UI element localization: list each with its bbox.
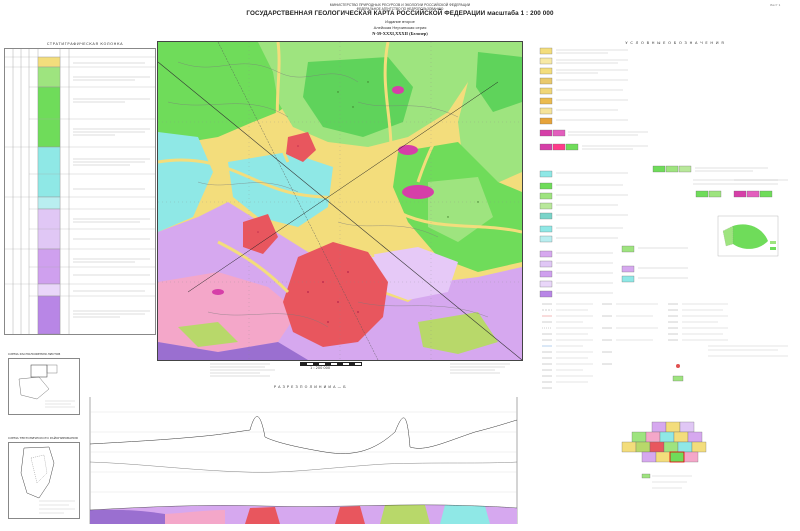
legend-panel [538,46,793,396]
inset-sheet-layout [8,358,80,415]
cross-section [85,392,525,527]
legend-title: У С Л О В Н Ы Е О Б О З Н А Ч Е Н И Я [625,41,725,45]
strat-column-title: СТРАТИГРАФИЧЕСКАЯ КОЛОНКА [46,42,124,46]
edition-line: Издание второе [385,19,415,24]
inset-layout-title: СХЕМА РАСПОЛОЖЕНИЯ ЛИСТОВ [8,352,61,356]
map-notes-right [450,362,520,382]
section-title: Р А З Р Е З П О Л И Н И И А — Б [273,385,347,389]
map-title: ГОСУДАРСТВЕННАЯ ГЕОЛОГИЧЕСКАЯ КАРТА РОСС… [246,10,554,17]
inset-tectonic-title: СХЕМА ТЕКТОНИЧЕСКОГО РАЙОНИРОВАНИЯ [8,436,78,440]
strat-column [4,48,156,335]
inset-tectonic [8,442,80,519]
legend-graphic [539,47,788,389]
series-line: Алейская Нерчинская серия [373,25,427,30]
scale-label: 1 : 200 000 [310,366,331,370]
strat-column-graphic [5,49,155,334]
geologic-map[interactable] [158,42,522,360]
index-map [612,412,722,502]
sheet-number: Лист 1 [770,3,781,7]
sheet-code: N-59-XXXI,XXXII (Белозер) [372,31,428,36]
map-notes-left [210,362,280,382]
geologic-map-frame[interactable] [157,41,523,361]
